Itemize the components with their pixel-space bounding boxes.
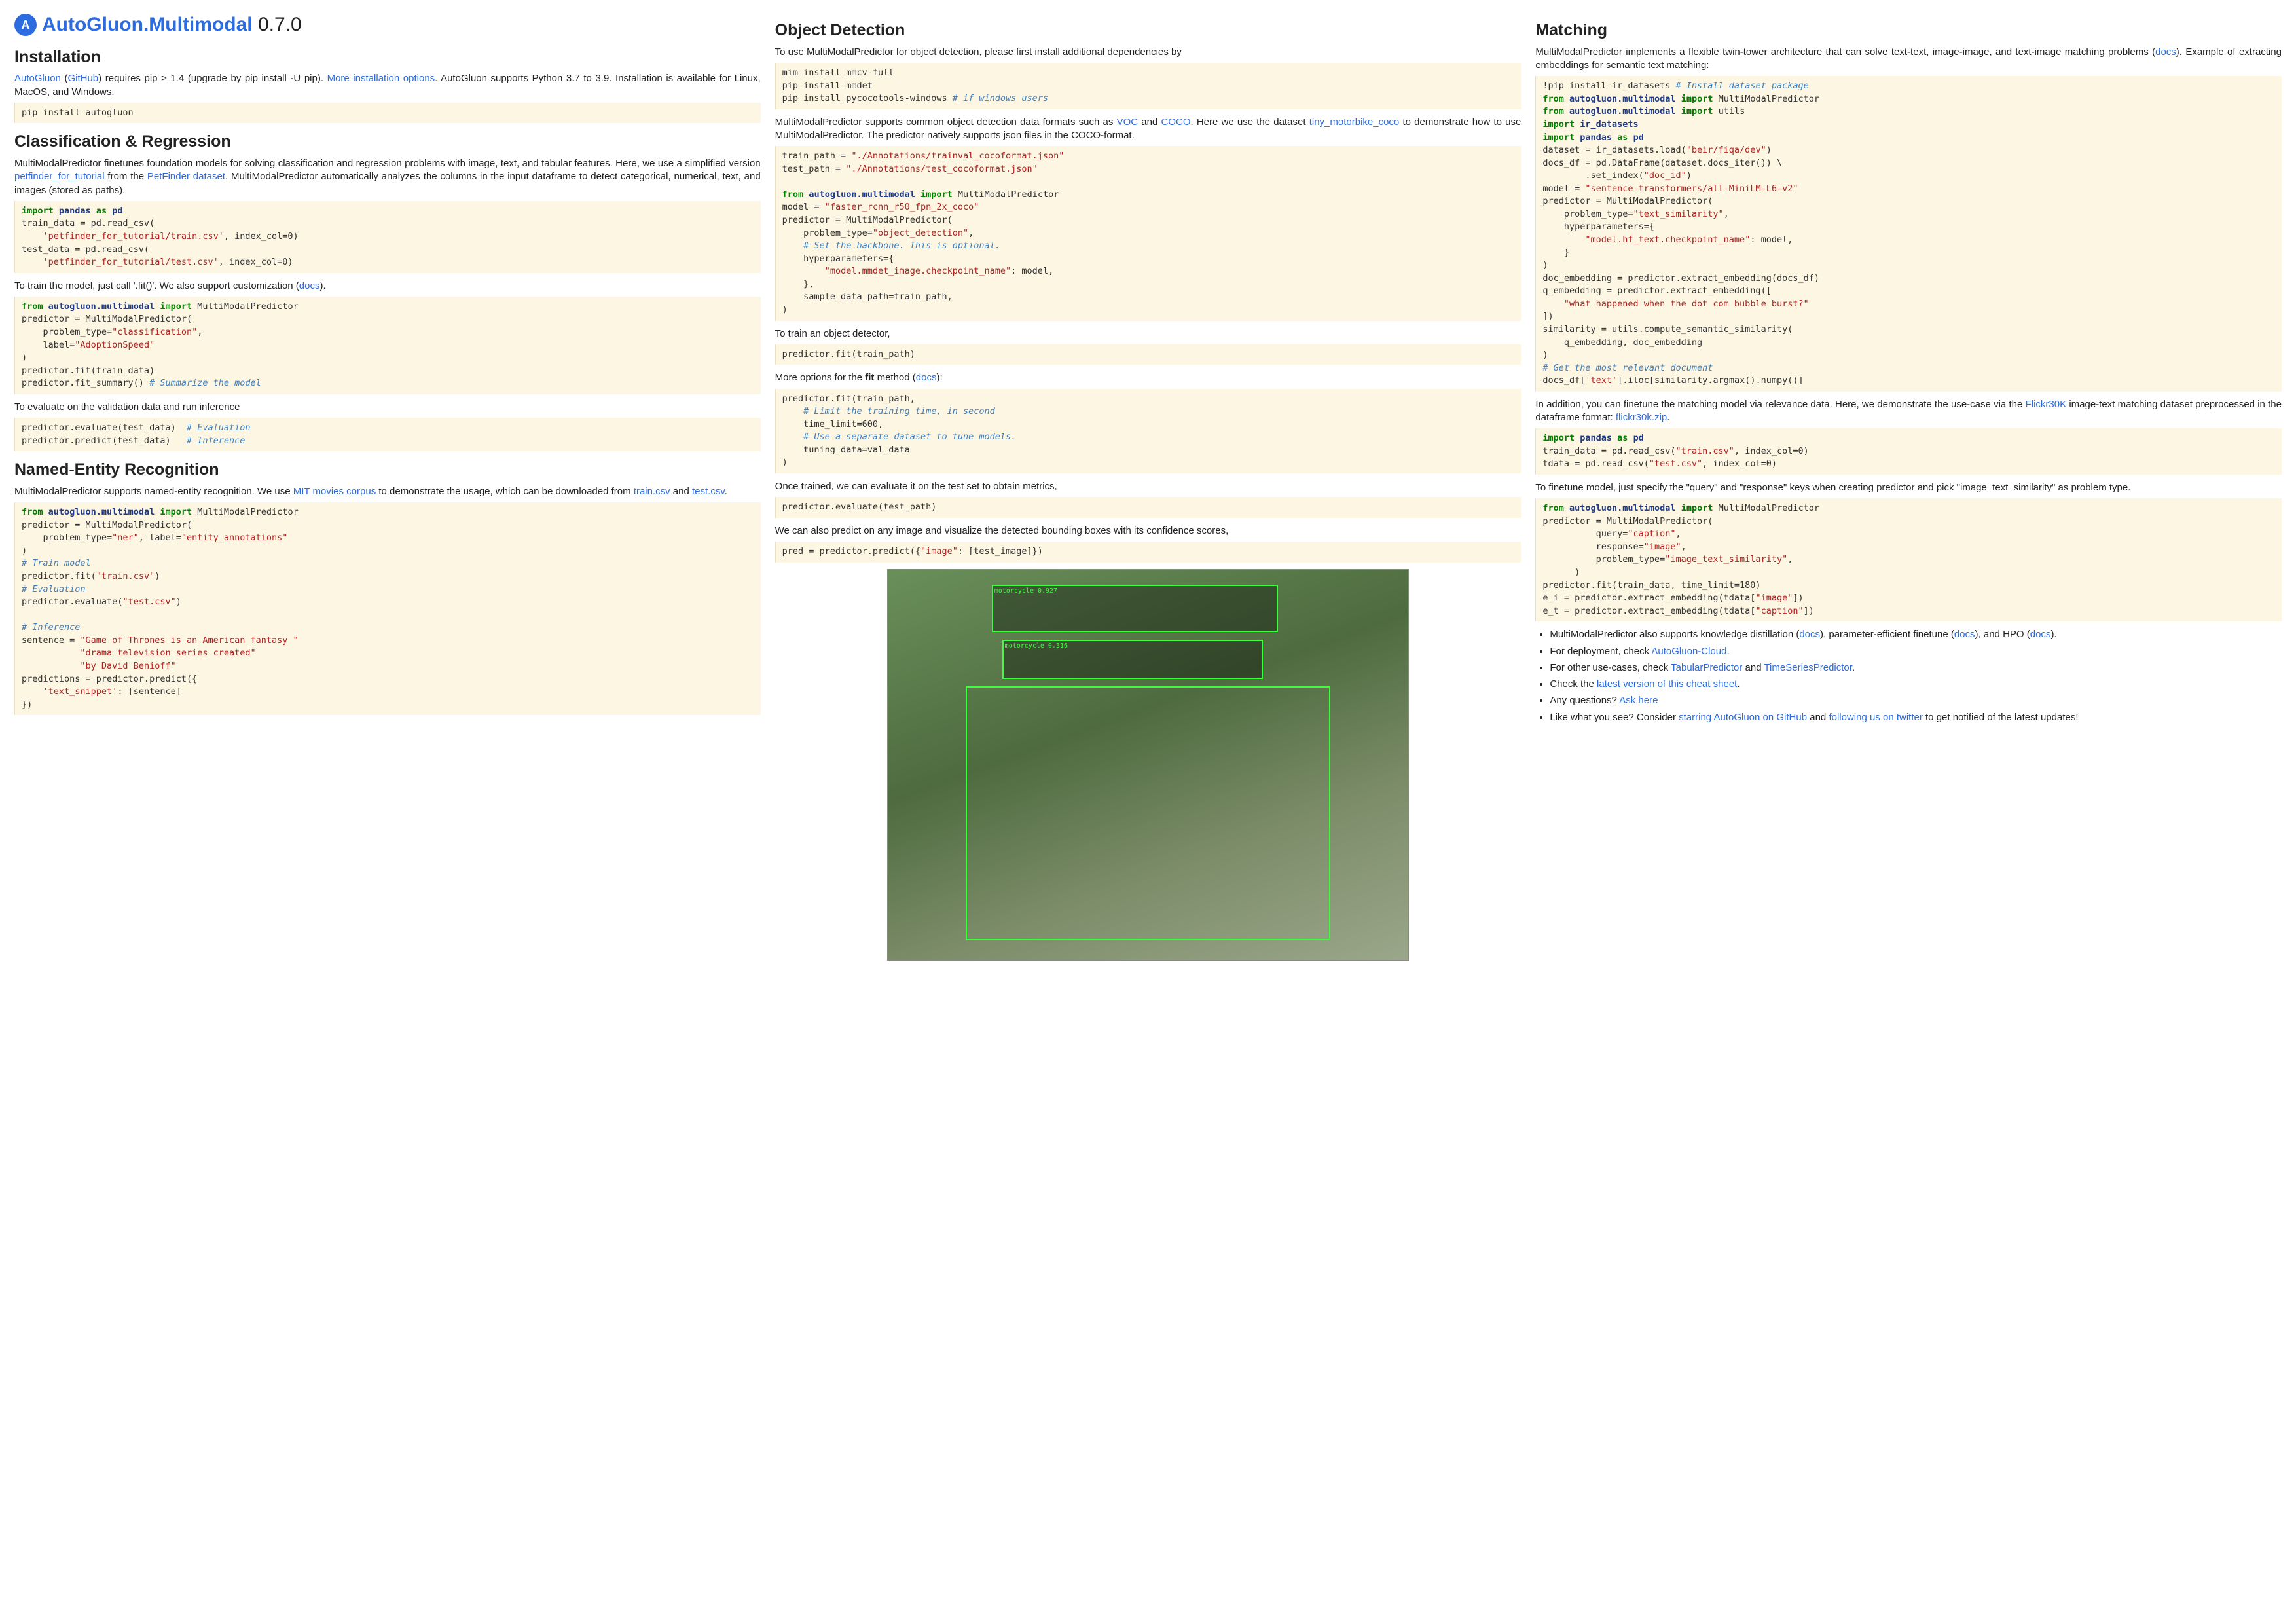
bullet-questions: Any questions? Ask here [1550,694,2282,707]
od-intro: To use MultiModalPredictor for object de… [775,46,1522,59]
code-match-load: import pandas as pd train_data = pd.read… [1535,428,2282,475]
voc-link[interactable]: VOC [1117,117,1139,128]
od-train-text: To train an object detector, [775,327,1522,341]
code-od-eval: predictor.evaluate(test_path) [775,497,1522,518]
od-eval-text: Once trained, we can evaluate it on the … [775,480,1522,493]
section-installation: Installation [14,46,761,69]
more-install-link[interactable]: More installation options [327,73,435,84]
cheatsheet-page: A AutoGluon.Multimodal 0.7.0 Installatio… [14,12,2282,966]
code-od-install: mim install mmcv-full pip install mmdet … [775,63,1522,109]
docs-link[interactable]: docs [299,280,320,291]
distill-docs-link[interactable]: docs [1799,629,1820,640]
match-docs-link[interactable]: docs [2155,46,2176,58]
code-match-embed: !pip install ir_datasets # Install datas… [1535,76,2282,392]
bullet-latest-version: Check the latest version of this cheat s… [1550,678,2282,691]
detection-result-image: motorcycle 0.927 motorcycle 0.316 [887,569,1410,961]
od-fit-options: More options for the fit method (docs): [775,371,1522,384]
train-csv-link[interactable]: train.csv [634,486,670,497]
github-link[interactable]: GitHub [67,73,98,84]
twitter-link[interactable]: following us on twitter [1829,712,1922,723]
fit-docs-link[interactable]: docs [916,372,937,383]
code-ner: from autogluon.multimodal import MultiMo… [14,502,761,715]
footer-bullets: MultiModalPredictor also supports knowle… [1535,628,2282,724]
match-finetune-intro: In addition, you can finetune the matchi… [1535,398,2282,425]
code-od-setup: train_path = "./Annotations/trainval_coc… [775,146,1522,320]
star-github-link[interactable]: starring AutoGluon on GitHub [1679,712,1807,723]
match-finetune-text: To finetune model, just specify the "que… [1535,481,2282,494]
code-od-fit: predictor.fit(train_path) [775,344,1522,365]
classification-intro: MultiModalPredictor finetunes foundation… [14,157,761,197]
tabular-predictor-link[interactable]: TabularPredictor [1671,662,1742,673]
section-ner: Named-Entity Recognition [14,459,761,481]
bullet-deployment: For deployment, check AutoGluon-Cloud. [1550,645,2282,658]
flickr30k-zip-link[interactable]: flickr30k.zip [1616,412,1667,423]
code-match-finetune: from autogluon.multimodal import MultiMo… [1535,498,2282,621]
flickr30k-link[interactable]: Flickr30K [2026,399,2067,410]
version-text: 0.7.0 [258,14,302,35]
column-right: Matching MultiModalPredictor implements … [1535,12,2282,966]
ask-here-link[interactable]: Ask here [1619,695,1658,706]
ner-intro: MultiModalPredictor supports named-entit… [14,485,761,498]
bullet-distillation: MultiModalPredictor also supports knowle… [1550,628,2282,641]
page-title: A AutoGluon.Multimodal 0.7.0 [14,12,761,39]
section-object-detection: Object Detection [775,20,1522,42]
coco-link[interactable]: COCO [1161,117,1190,128]
code-od-fit-options: predictor.fit(train_path, # Limit the tr… [775,389,1522,473]
code-od-predict: pred = predictor.predict({"image": [test… [775,542,1522,563]
bbox-label-2: motorcycle 0.316 [1002,640,1263,679]
petfinder-tutorial-link[interactable]: petfinder_for_tutorial [14,171,105,182]
brand-name: AutoGluon.Multimodal [42,14,253,35]
od-predict-text: We can also predict on any image and vis… [775,525,1522,538]
section-matching: Matching [1535,20,2282,42]
code-cls-fit: from autogluon.multimodal import MultiMo… [14,297,761,394]
petfinder-dataset-link[interactable]: PetFinder dataset [147,171,225,182]
code-cls-load: import pandas as pd train_data = pd.read… [14,201,761,273]
code-cls-eval: predictor.evaluate(test_data) # Evaluati… [14,418,761,451]
bullet-like: Like what you see? Consider starring Aut… [1550,711,2282,724]
section-classification: Classification & Regression [14,131,761,153]
bbox-label-1: motorcycle 0.927 [992,585,1279,632]
code-install: pip install autogluon [14,103,761,124]
cls-eval-text: To evaluate on the validation data and r… [14,401,761,414]
cls-train-text: To train the model, just call '.fit()'. … [14,280,761,293]
od-formats: MultiModalPredictor supports common obje… [775,116,1522,143]
logo-icon: A [14,14,37,36]
autogluon-link[interactable]: AutoGluon [14,73,61,84]
autogluon-cloud-link[interactable]: AutoGluon-Cloud [1651,646,1726,657]
tiny-motorbike-link[interactable]: tiny_motorbike_coco [1309,117,1400,128]
timeseries-predictor-link[interactable]: TimeSeriesPredictor [1764,662,1852,673]
bbox-outline [966,686,1330,940]
hpo-docs-link[interactable]: docs [2030,629,2051,640]
installation-paragraph: AutoGluon (GitHub) requires pip > 1.4 (u… [14,72,761,99]
column-left: A AutoGluon.Multimodal 0.7.0 Installatio… [14,12,761,966]
match-intro: MultiModalPredictor implements a flexibl… [1535,46,2282,73]
column-middle: Object Detection To use MultiModalPredic… [775,12,1522,966]
mit-movies-link[interactable]: MIT movies corpus [293,486,376,497]
peft-docs-link[interactable]: docs [1954,629,1975,640]
bullet-other-usecases: For other use-cases, check TabularPredic… [1550,661,2282,674]
test-csv-link[interactable]: test.csv [692,486,725,497]
latest-cheatsheet-link[interactable]: latest version of this cheat sheet [1597,678,1737,690]
